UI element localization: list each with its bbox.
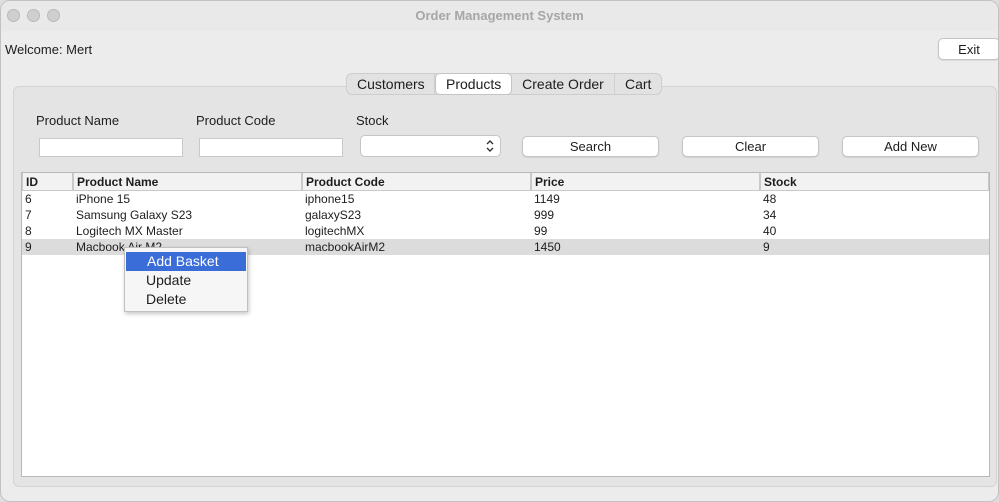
menu-item-add-basket[interactable]: Add Basket (126, 252, 246, 271)
clear-button[interactable]: Clear (682, 136, 819, 157)
tab-products[interactable]: Products (435, 73, 512, 95)
table-header: ID Product Name Product Code Price Stock (22, 173, 989, 191)
table-row[interactable]: 6 iPhone 15 iphone15 1149 48 (22, 191, 989, 207)
tab-create-order[interactable]: Create Order (512, 74, 615, 94)
menu-item-update[interactable]: Update (125, 271, 247, 290)
cell-stock: 34 (763, 208, 777, 222)
cell-product-code: iphone15 (305, 192, 355, 206)
cell-stock: 40 (763, 224, 777, 238)
cell-price: 1149 (534, 192, 560, 206)
product-name-label: Product Name (36, 113, 120, 128)
column-header-stock[interactable]: Stock (760, 173, 989, 191)
tab-bar: Customers Products Create Order Cart (346, 73, 662, 95)
cell-product-name: iPhone 15 (76, 192, 131, 206)
app-window: Order Management System Welcome: Mert Ex… (0, 0, 999, 502)
product-code-input[interactable] (199, 138, 343, 157)
cell-stock: 9 (763, 240, 770, 254)
menu-item-delete[interactable]: Delete (125, 290, 247, 309)
column-header-id[interactable]: ID (22, 173, 73, 191)
column-header-product-code[interactable]: Product Code (302, 173, 531, 191)
cell-product-name: Samsung Galaxy S23 (76, 208, 193, 222)
title-bar: Order Management System (1, 1, 998, 31)
product-code-label: Product Code (196, 113, 276, 128)
cell-product-code: galaxyS23 (305, 208, 362, 222)
cell-stock: 48 (763, 192, 777, 206)
cell-id: 6 (25, 192, 32, 206)
add-new-button[interactable]: Add New (842, 136, 979, 157)
product-name-input[interactable] (39, 138, 183, 157)
row-context-menu: Add Basket Update Delete (124, 247, 248, 312)
cell-id: 7 (25, 208, 32, 222)
tab-customers[interactable]: Customers (347, 74, 435, 94)
search-button[interactable]: Search (522, 136, 659, 157)
chevron-up-down-icon (486, 140, 494, 152)
table-row[interactable]: 8 Logitech MX Master logitechMX 99 40 (22, 223, 989, 239)
cell-price: 99 (534, 224, 548, 238)
column-header-price[interactable]: Price (531, 173, 760, 191)
cell-product-name: Logitech MX Master (76, 224, 183, 238)
products-table: ID Product Name Product Code Price Stock… (21, 172, 990, 477)
tab-cart[interactable]: Cart (615, 74, 661, 94)
cell-price: 999 (534, 208, 555, 222)
cell-price: 1450 (534, 240, 561, 254)
exit-button[interactable]: Exit (938, 38, 998, 60)
window-title: Order Management System (415, 8, 584, 23)
column-header-product-name[interactable]: Product Name (73, 173, 302, 191)
cell-id: 9 (25, 240, 32, 254)
cell-product-code: logitechMX (305, 224, 365, 238)
welcome-text: Welcome: Mert (5, 42, 93, 57)
stock-select[interactable] (360, 135, 501, 157)
stock-label: Stock (356, 113, 389, 128)
table-row[interactable]: 7 Samsung Galaxy S23 galaxyS23 999 34 (22, 207, 989, 223)
cell-id: 8 (25, 224, 32, 238)
cell-product-code: macbookAirM2 (305, 240, 386, 254)
